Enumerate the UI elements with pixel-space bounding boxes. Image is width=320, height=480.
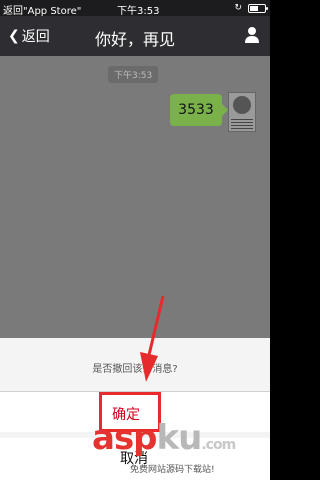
watermark-logo: aspku.com bbox=[92, 418, 236, 458]
watermark-com: .com bbox=[201, 437, 236, 453]
status-time: 下午3:53 bbox=[117, 6, 160, 17]
status-bar: 返回"App Store" 下午3:53 ↻ bbox=[0, 0, 270, 17]
nav-bar: ❮ 返回 你好，再见 bbox=[0, 16, 270, 56]
rotation-lock-icon: ↻ bbox=[234, 3, 242, 13]
watermark: aspku.com 免费网站源码下载站! bbox=[92, 418, 270, 480]
back-to-app-link[interactable]: 返回"App Store" bbox=[3, 2, 81, 17]
status-right: ↻ bbox=[234, 3, 268, 13]
message-timestamp: 下午3:53 bbox=[108, 66, 159, 83]
person-icon[interactable] bbox=[244, 26, 260, 44]
avatar-caption bbox=[231, 119, 253, 129]
watermark-ku: ku bbox=[156, 418, 203, 458]
chat-title: 你好，再见 bbox=[94, 30, 175, 49]
avatar[interactable] bbox=[228, 92, 256, 132]
battery-icon bbox=[248, 3, 268, 13]
message-bubble[interactable]: 3533 bbox=[170, 94, 228, 126]
watermark-asp: asp bbox=[92, 418, 158, 458]
recall-prompt: 是否撤回该条消息? bbox=[92, 364, 178, 375]
avatar-face bbox=[233, 96, 251, 114]
watermark-tagline: 免费网站源码下载站! bbox=[130, 465, 215, 475]
